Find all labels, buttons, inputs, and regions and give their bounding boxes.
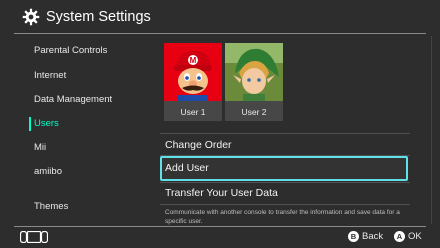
user-1-name: User 1 [180, 107, 206, 117]
ok-hint[interactable]: A OK [394, 230, 424, 244]
page-title: System Settings [46, 9, 151, 25]
divider [160, 204, 410, 205]
b-button-icon: B [348, 231, 359, 242]
red-cap-plumber-avatar: M [164, 43, 222, 101]
scrollbar[interactable] [431, 36, 432, 224]
console-icon [20, 231, 48, 243]
sidebar-active-indicator [29, 117, 31, 131]
gear-icon [22, 8, 40, 26]
divider [160, 133, 410, 134]
ok-label: OK [408, 231, 422, 242]
back-label: Back [362, 231, 384, 242]
transfer-description: Communicate with another console to tran… [165, 209, 400, 225]
sidebar-item-data-management[interactable]: Data Management [34, 94, 112, 106]
user-2-name: User 2 [241, 107, 267, 117]
header-bar: System Settings [0, 0, 440, 34]
sidebar-item-users[interactable]: Users [34, 118, 59, 130]
sidebar-item-themes[interactable]: Themes [34, 201, 68, 213]
divider [160, 182, 410, 183]
sidebar-item-amiibo[interactable]: amiibo [34, 166, 62, 178]
green-cap-hero-avatar [225, 43, 283, 101]
svg-text:M: M [190, 56, 197, 65]
user-card-2[interactable]: User 2 [225, 43, 283, 121]
change-order-button[interactable]: Change Order [165, 139, 232, 152]
footer-divider [14, 226, 426, 227]
user-card-1[interactable]: M User 1 [164, 43, 222, 121]
sidebar-item-internet[interactable]: Internet [34, 70, 66, 82]
header-divider [14, 33, 426, 34]
a-button-icon: A [394, 231, 405, 242]
back-hint[interactable]: B Back [348, 230, 384, 244]
transfer-user-data-button[interactable]: Transfer Your User Data [165, 187, 278, 200]
sidebar-item-parental-controls[interactable]: Parental Controls [34, 45, 107, 57]
add-user-label: Add User [165, 162, 209, 174]
sidebar-item-mii[interactable]: Mii [34, 142, 46, 154]
